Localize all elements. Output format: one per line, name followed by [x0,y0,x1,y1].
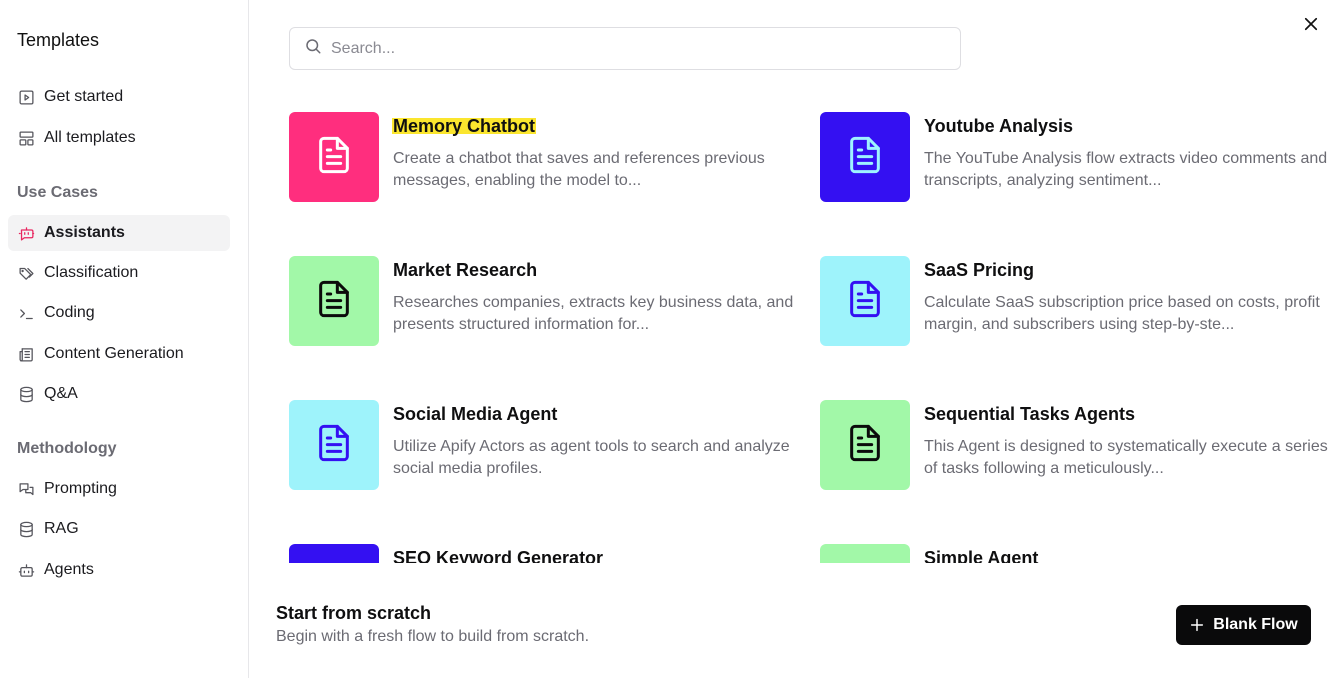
sidebar-item-label: RAG [44,520,79,537]
template-thumbnail [289,112,379,202]
sidebar-item-label: Assistants [44,224,125,241]
start-from-scratch-title: Start from scratch [276,603,432,623]
sidebar-item-label: Q&A [44,385,78,402]
database-icon [17,520,36,539]
template-card-saas-pricing[interactable]: SaaS Pricing Calculate SaaS subscription… [820,256,1330,348]
sidebar-item-prompting[interactable]: Prompting [8,471,230,507]
sidebar-item-coding[interactable]: Coding [8,295,230,331]
close-icon [1302,15,1320,38]
template-thumbnail [820,112,910,202]
sidebar-title: Templates [17,30,100,50]
template-thumbnail [289,256,379,346]
template-thumbnail [820,544,910,563]
sidebar-item-label: Classification [44,264,139,281]
template-title: Market Research [393,260,538,280]
template-title: Social Media Agent [393,404,558,424]
search-icon [304,37,331,60]
template-card-memory-chatbot[interactable]: Memory Chatbot Create a chatbot that sav… [289,112,809,204]
file-text-icon [845,423,885,468]
template-card-simple-agent[interactable]: Simple Agent [820,544,1330,563]
close-button[interactable] [1299,14,1323,38]
template-card-sequential-tasks-agents[interactable]: Sequential Tasks Agents This Agent is de… [820,400,1330,492]
layout-grid-icon [17,129,36,148]
sidebar-item-label: Content Generation [44,345,184,362]
sidebar-item-agents[interactable]: Agents [8,552,230,588]
sidebar-item-all-templates[interactable]: All templates [8,120,230,156]
bot-message-icon [17,224,36,243]
sidebar-item-get-started[interactable]: Get started [8,79,230,115]
template-title: SEO Keyword Generator [393,548,604,563]
search-box[interactable] [289,27,961,70]
methodology-heading: Methodology [17,440,117,457]
tags-icon [17,264,36,283]
blank-flow-label: Blank Flow [1213,616,1298,633]
sidebar-item-label: Prompting [44,480,117,497]
file-text-icon [845,135,885,180]
search-input[interactable] [331,39,931,58]
template-description: Utilize Apify Actors as agent tools to s… [393,438,790,477]
template-description: This Agent is designed to systematically… [924,438,1328,477]
terminal-icon [17,304,36,323]
sidebar-item-qa[interactable]: Q&A [8,376,230,412]
template-thumbnail [820,256,910,346]
database-icon [17,385,36,404]
sidebar-item-assistants[interactable]: Assistants [8,215,230,251]
file-text-icon [314,279,354,324]
template-title: Sequential Tasks Agents [924,404,1136,424]
template-card-youtube-analysis[interactable]: Youtube Analysis The YouTube Analysis fl… [820,112,1330,204]
sidebar-item-label: Agents [44,561,94,578]
file-text-icon [314,423,354,468]
template-card-social-media-agent[interactable]: Social Media Agent Utilize Apify Actors … [289,400,809,492]
template-card-market-research[interactable]: Market Research Researches companies, ex… [289,256,809,348]
messages-icon [17,480,36,499]
sidebar-item-classification[interactable]: Classification [8,255,230,291]
sidebar-item-label: Coding [44,304,95,321]
template-thumbnail [289,400,379,490]
templates-sidebar: Templates Get started All templates Use … [0,0,249,678]
use-cases-heading: Use Cases [17,184,98,201]
template-description: Researches companies, extracts key busin… [393,294,794,333]
start-from-scratch-subtitle: Begin with a fresh flow to build from sc… [276,628,590,645]
plus-icon [1189,617,1205,633]
template-description: Create a chatbot that saves and referenc… [393,150,765,189]
template-title: Memory Chatbot [392,116,537,137]
template-description: The YouTube Analysis flow extracts video… [924,150,1328,189]
template-title: Youtube Analysis [924,116,1074,136]
template-title: Simple Agent [924,548,1039,563]
newspaper-icon [17,345,36,364]
template-title: SaaS Pricing [924,260,1035,280]
sidebar-item-rag[interactable]: RAG [8,511,230,547]
play-square-icon [17,88,36,107]
blank-flow-button[interactable]: Blank Flow [1176,605,1311,645]
sidebar-item-content-generation[interactable]: Content Generation [8,336,230,372]
sidebar-item-label: All templates [44,129,136,146]
template-thumbnail [820,400,910,490]
file-text-icon [314,135,354,180]
template-description: Calculate SaaS subscription price based … [924,294,1320,333]
sidebar-item-label: Get started [44,88,124,105]
template-card-seo-keyword-generator[interactable]: SEO Keyword Generator [289,544,809,563]
file-text-icon [845,279,885,324]
bot-icon [17,561,36,580]
template-thumbnail [289,544,379,563]
template-grid: Memory Chatbot Create a chatbot that sav… [249,90,1330,563]
